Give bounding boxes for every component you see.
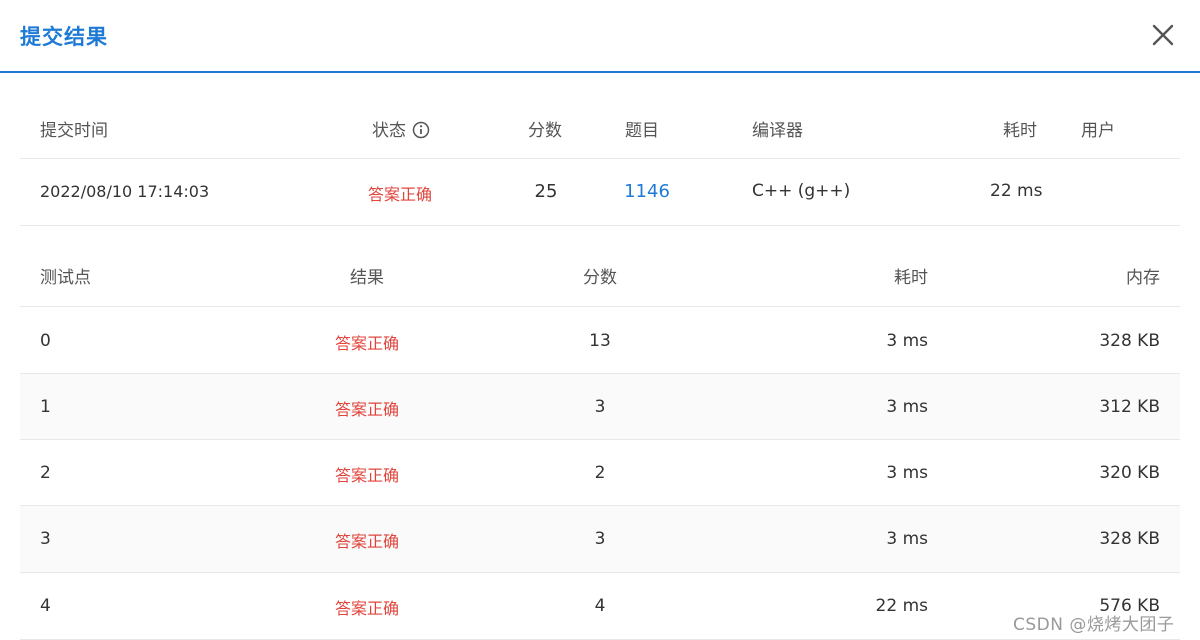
summary-col-time: 提交时间 — [40, 121, 108, 141]
summary-col-status-label: 状态 — [372, 121, 406, 141]
close-icon — [1152, 24, 1174, 46]
test-result: 答案正确 — [334, 334, 400, 353]
tests-col-case: 测试点 — [40, 268, 91, 288]
summary-col-status: 状态 — [372, 116, 430, 144]
test-case-id: 3 — [40, 529, 51, 549]
table-row: 3 答案正确 3 3 ms 328 KB — [20, 506, 1180, 573]
test-elapsed: 3 ms — [886, 529, 928, 549]
close-button[interactable] — [1150, 22, 1176, 48]
test-score: 2 — [594, 463, 606, 483]
summary-col-problem: 题目 — [625, 121, 659, 141]
summary-row: 2022/08/10 17:14:03 答案正确 25 1146 C++ (g+… — [20, 159, 1180, 226]
test-result: 答案正确 — [334, 599, 400, 618]
problem-link[interactable]: 1146 — [624, 181, 670, 202]
test-elapsed: 3 ms — [886, 463, 928, 483]
summary-col-score: 分数 — [528, 121, 562, 141]
test-case-id: 4 — [40, 596, 51, 616]
tests-col-memory: 内存 — [1126, 268, 1160, 288]
submit-score: 25 — [534, 181, 558, 202]
table-row: 2 答案正确 2 3 ms 320 KB — [20, 440, 1180, 506]
tests-col-elapsed: 耗时 — [894, 268, 928, 288]
test-elapsed: 3 ms — [886, 331, 928, 351]
test-elapsed: 22 ms — [875, 596, 928, 616]
test-memory: 328 KB — [1099, 331, 1160, 351]
table-row: 1 答案正确 3 3 ms 312 KB — [20, 374, 1180, 440]
test-case-id: 0 — [40, 331, 51, 351]
test-memory: 312 KB — [1099, 397, 1160, 417]
test-result: 答案正确 — [334, 532, 400, 551]
dialog-header: 提交结果 — [0, 0, 1200, 73]
test-elapsed: 3 ms — [886, 397, 928, 417]
test-score: 3 — [594, 529, 606, 549]
summary-col-compiler: 编译器 — [752, 121, 803, 141]
test-memory: 320 KB — [1099, 463, 1160, 483]
test-score: 13 — [589, 331, 611, 351]
watermark: CSDN @烧烤大团子 — [1013, 615, 1175, 635]
submit-time: 2022/08/10 17:14:03 — [40, 182, 210, 201]
status-badge: 答案正确 — [367, 185, 433, 204]
table-row: 0 答案正确 13 3 ms 328 KB — [20, 307, 1180, 374]
dialog-title: 提交结果 — [20, 25, 108, 49]
test-result: 答案正确 — [334, 400, 400, 419]
test-case-id: 1 — [40, 397, 51, 417]
summary-header-row: 提交时间 状态 分数 题目 编译器 耗时 用户 — [20, 92, 1180, 159]
submit-elapsed: 22 ms — [990, 181, 1043, 201]
tests-col-result: 结果 — [350, 268, 384, 288]
summary-col-elapsed: 耗时 — [1003, 121, 1037, 141]
test-case-id: 2 — [40, 463, 51, 483]
tests-col-score: 分数 — [583, 268, 617, 288]
compiler-name: C++ (g++) — [752, 181, 851, 201]
test-result: 答案正确 — [334, 466, 400, 485]
table-row: 4 答案正确 4 22 ms 576 KB — [20, 573, 1180, 640]
test-score: 3 — [594, 397, 606, 417]
info-icon[interactable] — [412, 121, 430, 144]
tests-header-row: 测试点 结果 分数 耗时 内存 — [20, 240, 1180, 307]
test-score: 4 — [594, 596, 606, 616]
test-memory: 328 KB — [1099, 529, 1160, 549]
summary-col-user: 用户 — [1081, 121, 1115, 141]
